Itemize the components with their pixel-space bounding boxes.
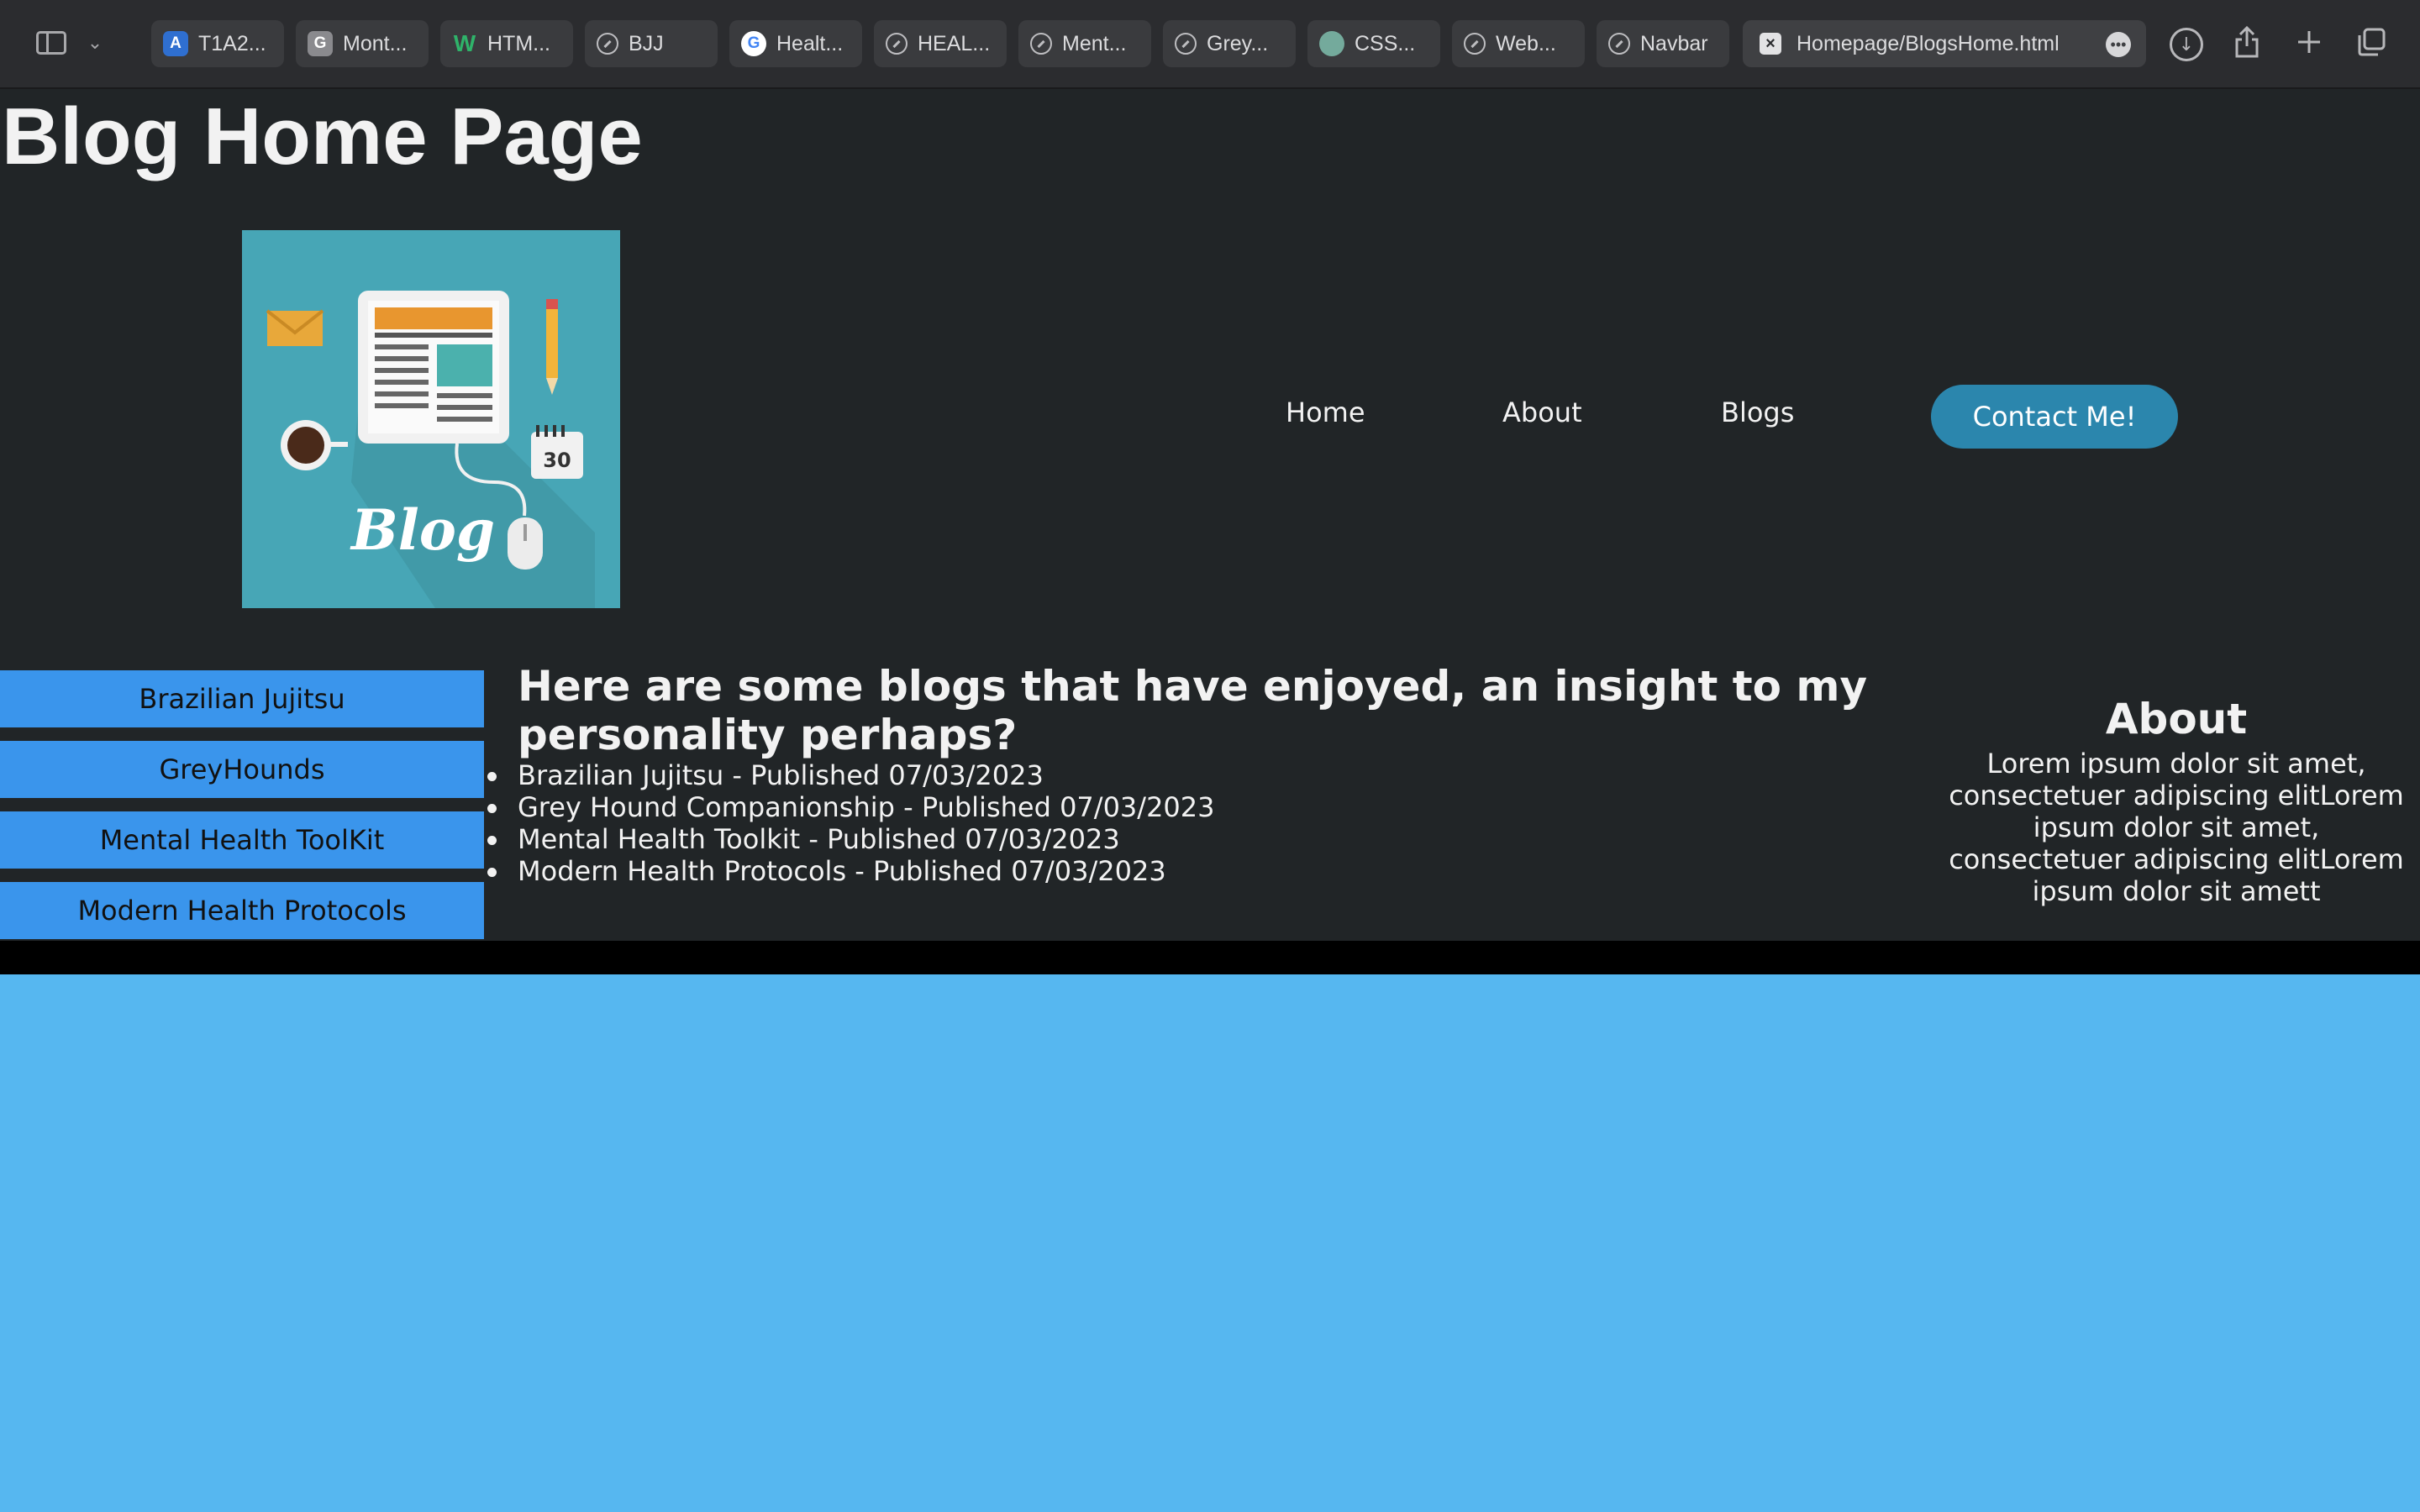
about-heading: About [2105,695,2248,743]
browser-tab[interactable]: G Healt... [729,20,862,67]
blog-list-section: Here are some blogs that have enjoyed, a… [487,662,1912,887]
list-item: Mental Health Toolkit - Published 07/03/… [487,823,1912,855]
browser-tab[interactable]: CSS... [1307,20,1440,67]
blog-sidebar: Brazilian Jujitsu GreyHounds Mental Heal… [0,670,484,953]
g-icon: G [308,31,333,56]
close-tab-icon[interactable]: × [1760,33,1781,55]
browser-tab[interactable]: G Mont... [296,20,429,67]
list-item: Grey Hound Companionship - Published 07/… [487,791,1912,823]
contact-me-button[interactable]: Contact Me! [1931,385,2178,449]
tab-label: Web... [1496,31,1556,55]
about-text: Lorem ipsum dolor sit amet, consectetuer… [1949,748,2404,907]
download-icon[interactable]: ↓ [2170,28,2203,61]
tab-label: Homepage/BlogsHome.html [1797,31,2060,55]
mouse-icon [508,517,543,570]
section-divider [0,941,2420,974]
tab-label: Healt... [776,31,844,55]
sidebar-toggle-icon[interactable] [30,24,72,62]
browser-tab[interactable]: Grey... [1163,20,1296,67]
more-options-icon[interactable]: ••• [2106,32,2131,57]
browser-tab[interactable]: Web... [1452,20,1585,67]
blog-post-list: Brazilian Jujitsu - Published 07/03/2023… [487,759,1912,887]
tab-overview-icon[interactable] [2351,22,2391,62]
main-navbar: Home About Blogs Contact Me! [0,385,2420,450]
about-section: About Lorem ipsum dolor sit amet, consec… [1946,696,2407,907]
google-icon: G [741,31,766,56]
nav-blogs-link[interactable]: Blogs [1721,396,1794,428]
new-tab-icon[interactable] [2289,22,2329,62]
browser-toolbar: ⌄ A T1A2... G Mont... W HTM... BJJ G Hea… [0,0,2420,89]
logo-blog-text: Blog [350,497,495,563]
compass-icon [597,33,618,55]
compass-icon [1608,33,1630,55]
w-icon: W [453,30,476,56]
page-title: Blog Home Page [2,92,643,181]
active-browser-tab[interactable]: × Homepage/BlogsHome.html ••• [1743,20,2146,67]
tab-label: BJJ [629,31,664,55]
tab-label: Navbar [1640,31,1708,55]
tab-label: T1A2... [198,31,266,55]
page-background [0,974,2420,1512]
compass-icon [1175,33,1197,55]
tab-label: Grey... [1207,31,1269,55]
page-header: Blog Home Page 30 Blog Home About Blogs … [0,89,2420,974]
share-icon[interactable] [2227,22,2267,62]
tab-label: Mont... [343,31,408,55]
browser-tab[interactable]: Ment... [1018,20,1151,67]
sidebar-item-brazilian-jujitsu[interactable]: Brazilian Jujitsu [0,670,484,727]
calendar-day: 30 [543,449,571,472]
tab-label: CSS... [1355,31,1416,55]
sidebar-item-modern-health-protocols[interactable]: Modern Health Protocols [0,882,484,939]
nav-home-link[interactable]: Home [1286,396,1365,428]
envelope-icon [266,309,324,346]
browser-tab[interactable]: Navbar [1597,20,1729,67]
openai-icon [1319,31,1344,56]
browser-tab[interactable]: A T1A2... [151,20,284,67]
tab-label: Ment... [1062,31,1127,55]
nav-about-link[interactable]: About [1502,396,1582,428]
compass-icon [1464,33,1486,55]
browser-tab[interactable]: W HTM... [440,20,573,67]
browser-tab[interactable]: HEAL... [874,20,1007,67]
chevron-down-icon[interactable]: ⌄ [82,24,108,62]
compass-icon [1030,33,1052,55]
t1-icon: A [163,31,188,56]
sidebar-item-mental-health-toolkit[interactable]: Mental Health ToolKit [0,811,484,869]
list-item: Modern Health Protocols - Published 07/0… [487,855,1912,887]
sidebar-item-greyhounds[interactable]: GreyHounds [0,741,484,798]
compass-icon [886,33,908,55]
list-item: Brazilian Jujitsu - Published 07/03/2023 [487,759,1912,791]
tab-label: HTM... [487,31,550,55]
pencil-icon [546,299,558,395]
blog-list-heading: Here are some blogs that have enjoyed, a… [518,662,1868,759]
web-page: Blog Home Page 30 Blog Home About Blogs … [0,89,2420,1512]
browser-tab[interactable]: BJJ [585,20,718,67]
tab-label: HEAL... [918,31,991,55]
